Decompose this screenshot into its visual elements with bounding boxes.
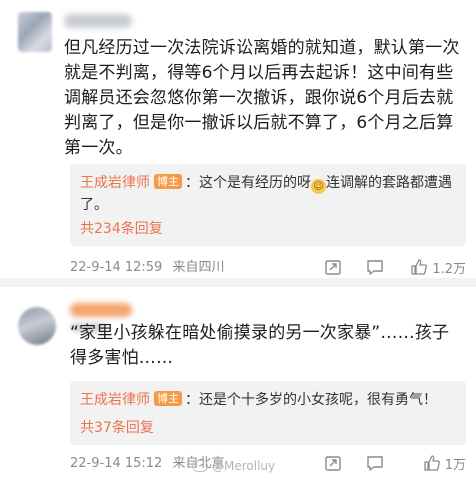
crying-laughing-emoji-icon: ☺ xyxy=(311,179,326,194)
blogger-badge: 博主 xyxy=(154,391,182,406)
weibo-logo-icon xyxy=(192,460,208,472)
comment-date: 22-9-14 15:12 xyxy=(70,456,163,471)
reply-count-link[interactable]: 共37条回复 xyxy=(80,419,154,437)
comment-meta: 22-9-14 12:59 来自四川 xyxy=(70,259,225,277)
avatar[interactable] xyxy=(18,12,52,52)
username-blurred[interactable] xyxy=(64,14,132,28)
comment-location: 来自四川 xyxy=(172,260,225,275)
comment-date: 22-9-14 12:59 xyxy=(70,260,163,275)
reply-count-link[interactable]: 共234条回复 xyxy=(80,220,163,238)
reply-author[interactable]: 王成岩律师 xyxy=(80,392,150,408)
share-button[interactable] xyxy=(324,256,342,278)
share-icon xyxy=(325,456,341,471)
comment-text: “家里小孩躲在暗处偷摸录的另一次家暴”……孩子得多害怕…… xyxy=(70,323,450,368)
comment-icon xyxy=(367,260,383,275)
comment-actions: 1万 xyxy=(306,452,466,474)
reply-text: ：还是个十多岁的小女孩呢，很有勇气！ xyxy=(185,392,437,408)
reply-line: 王成岩律师 博主 ：这个是有经历的呀 ☺ 连调解的套路都遭遇了。 xyxy=(80,172,456,216)
like-button[interactable]: 1.2万 xyxy=(410,256,466,278)
comment-item-2: “家里小孩躲在暗处偷摸录的另一次家暴”……孩子得多害怕…… 王成岩律师 博主 ：还是… xyxy=(0,287,476,483)
comment-button[interactable] xyxy=(366,256,384,278)
thumbs-up-icon xyxy=(424,455,440,471)
blogger-badge: 博主 xyxy=(154,174,182,189)
share-icon xyxy=(325,260,341,275)
avatar[interactable] xyxy=(18,307,56,345)
watermark-text: @Merolluy xyxy=(212,459,276,473)
comment-actions: 1.2万 xyxy=(306,256,466,278)
like-count: 1万 xyxy=(444,457,466,473)
comment-icon xyxy=(367,456,383,471)
username-blurred[interactable] xyxy=(70,303,132,317)
reply-line: 王成岩律师 博主 ：还是个十多岁的小女孩呢，很有勇气！ xyxy=(80,389,456,411)
reply-text-part1: ：这个是有经历的呀 xyxy=(185,175,311,191)
like-button[interactable]: 1万 xyxy=(423,452,466,474)
thumbs-up-icon xyxy=(411,259,428,275)
comment-divider xyxy=(0,278,476,287)
reply-author[interactable]: 王成岩律师 xyxy=(80,175,150,191)
comment-text: 但凡经历过一次法院诉讼离婚的就知道，默认第一次就是不判离，得等6个月以后再去起诉… xyxy=(64,38,460,158)
share-button[interactable] xyxy=(324,452,342,474)
comment-button[interactable] xyxy=(366,452,384,474)
comment-item-1: 但凡经历过一次法院诉讼离婚的就知道，默认第一次就是不判离，得等6个月以后再去起诉… xyxy=(0,0,476,278)
reply-preview[interactable]: 王成岩律师 博主 ：还是个十多岁的小女孩呢，很有勇气！ 共37条回复 xyxy=(70,381,466,445)
like-count: 1.2万 xyxy=(432,261,466,277)
watermark: @Merolluy xyxy=(192,459,275,473)
reply-preview[interactable]: 王成岩律师 博主 ：这个是有经历的呀 ☺ 连调解的套路都遭遇了。 共234条回复 xyxy=(70,164,466,246)
